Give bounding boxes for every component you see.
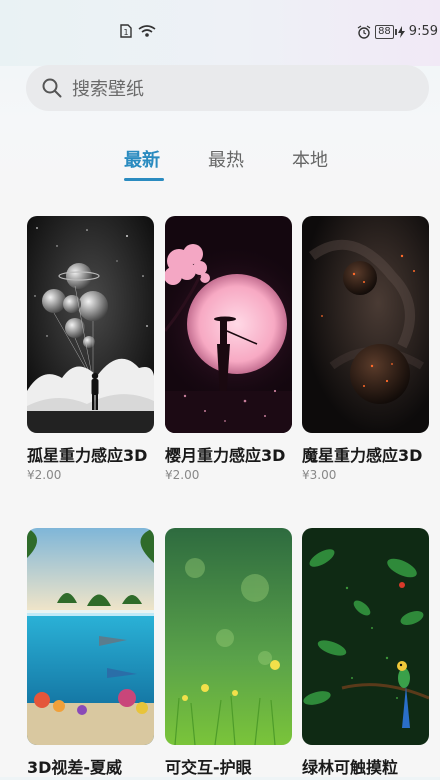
wallpaper-thumbnail[interactable] <box>165 528 292 745</box>
wallpaper-card[interactable]: 魔星重力感应3D ¥3.00 <box>302 216 429 482</box>
wallpaper-title: 魔星重力感应3D <box>302 446 423 465</box>
wallpaper-title: 可交互-护眼 <box>165 758 252 777</box>
wallpaper-title: 樱月重力感应3D <box>165 446 286 465</box>
search-bar[interactable]: 搜索壁纸 <box>26 65 429 111</box>
search-placeholder: 搜索壁纸 <box>72 79 144 100</box>
wallpaper-price: ¥3.00 <box>302 468 337 482</box>
wallpaper-thumbnail[interactable] <box>165 216 292 433</box>
wallpaper-title: 绿林可触摸粒 <box>302 758 399 777</box>
status-time: 9:59 <box>408 24 438 39</box>
wallpaper-thumbnail[interactable] <box>27 528 154 745</box>
wallpaper-card[interactable]: 3D视差-夏威 <box>27 528 154 780</box>
status-left-icons: 1 <box>120 24 156 38</box>
wallpaper-card[interactable]: 绿林可触摸粒 <box>302 528 429 780</box>
charging-icon <box>397 25 405 38</box>
wallpaper-price: ¥2.00 <box>165 468 200 482</box>
wifi-icon <box>138 25 156 37</box>
battery-indicator: 88 <box>375 24 397 39</box>
sim-card-icon: 1 <box>120 24 132 38</box>
wallpaper-thumbnail[interactable] <box>302 528 429 745</box>
wallpaper-thumbnail[interactable] <box>302 216 429 433</box>
active-tab-indicator <box>124 178 164 181</box>
search-icon <box>42 78 62 98</box>
alarm-icon <box>357 25 371 39</box>
tab-hottest[interactable]: 最热 <box>208 146 244 172</box>
wallpaper-card[interactable]: 樱月重力感应3D ¥2.00 <box>165 216 292 482</box>
wallpaper-title: 孤星重力感应3D <box>27 446 148 465</box>
svg-text:1: 1 <box>123 28 128 37</box>
status-right-icons: 88 9:59 <box>357 24 438 39</box>
status-bar: 1 88 9:59 <box>0 0 440 66</box>
wallpaper-price: ¥2.00 <box>27 468 62 482</box>
tab-local[interactable]: 本地 <box>292 146 328 172</box>
category-tabs: 最新 最热 本地 <box>0 146 440 186</box>
wallpaper-card[interactable]: 可交互-护眼 <box>165 528 292 780</box>
tab-newest[interactable]: 最新 <box>124 146 160 172</box>
wallpaper-card[interactable]: 孤星重力感应3D ¥2.00 <box>27 216 154 482</box>
wallpaper-thumbnail[interactable] <box>27 216 154 433</box>
wallpaper-title: 3D视差-夏威 <box>27 758 123 777</box>
